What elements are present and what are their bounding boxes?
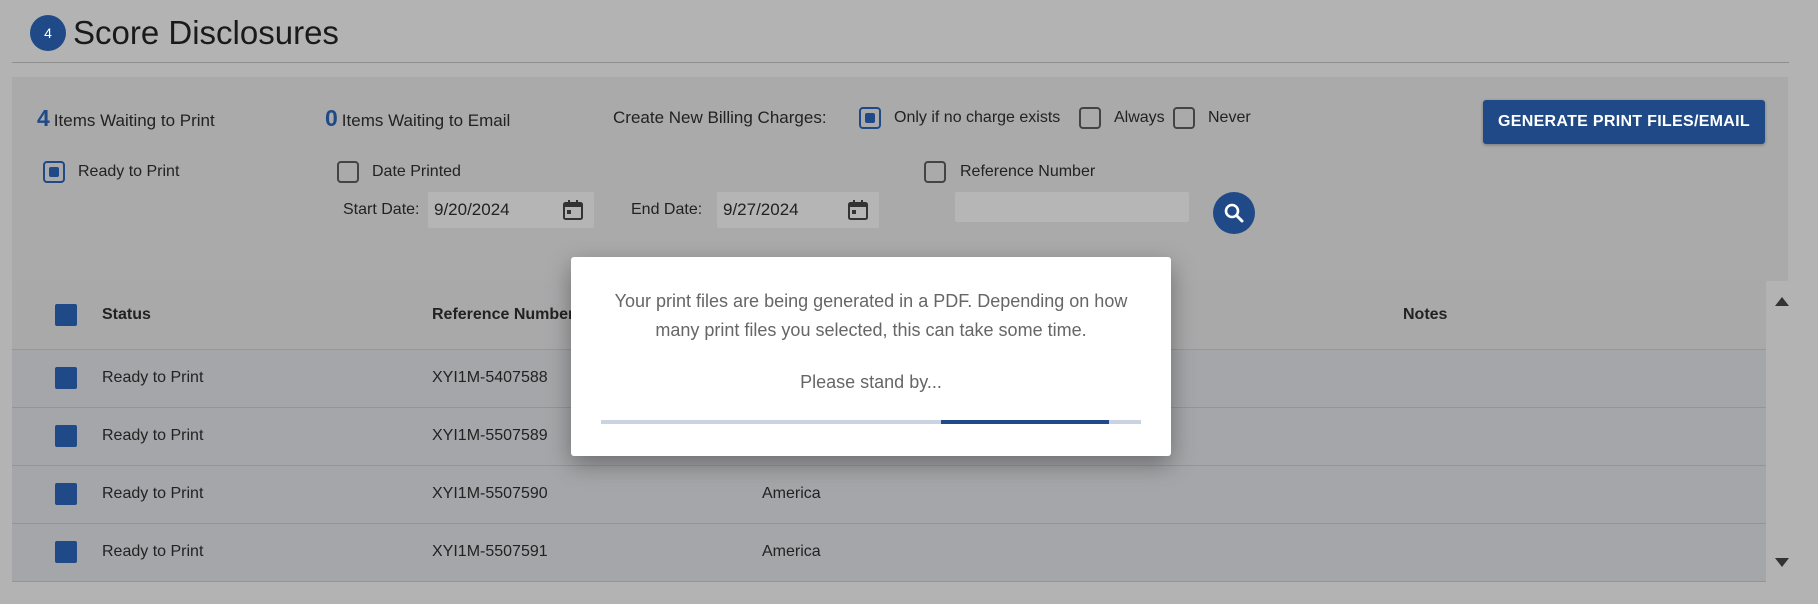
row-reference: XYI1M-5507591 xyxy=(432,543,548,560)
step-badge: 4 xyxy=(30,15,66,51)
row-reference: XYI1M-5407588 xyxy=(432,369,548,386)
page-title: Score Disclosures xyxy=(73,14,339,51)
progress-bar xyxy=(601,420,1141,424)
row-status: Ready to Print xyxy=(102,427,204,444)
generating-dialog: Your print files are being generated in … xyxy=(571,257,1171,456)
row-checkbox[interactable] xyxy=(55,483,77,505)
billing-only-if-no-charge-checkbox[interactable] xyxy=(859,107,881,129)
column-header-status: Status xyxy=(102,306,151,323)
scroll-down-arrow[interactable] xyxy=(1775,558,1789,567)
ready-to-print-label: Ready to Print xyxy=(78,163,180,180)
print-count: 4 Items Waiting to Print xyxy=(37,105,215,132)
search-icon xyxy=(1224,203,1244,223)
row-reference: XYI1M-5507590 xyxy=(432,485,548,502)
dialog-wait-text: Please stand by... xyxy=(800,372,942,392)
table-row[interactable]: Ready to Print XYI1M-5507590 America xyxy=(12,466,1766,524)
end-date-field[interactable]: 9/27/2024 xyxy=(717,192,879,228)
row-reference: XYI1M-5507589 xyxy=(432,427,548,444)
page-header: 4 Score Disclosures xyxy=(30,10,339,56)
row-checkbox[interactable] xyxy=(55,425,77,447)
column-header-reference: Reference Number xyxy=(432,306,575,323)
end-date-label: End Date: xyxy=(631,201,703,218)
row-status: Ready to Print xyxy=(102,369,204,386)
generate-print-files-button[interactable]: GENERATE PRINT FILES/EMAIL xyxy=(1483,100,1765,144)
billing-never-checkbox[interactable] xyxy=(1173,107,1195,129)
billing-always-checkbox[interactable] xyxy=(1079,107,1101,129)
email-count-label: Items Waiting to Email xyxy=(341,111,511,130)
search-button[interactable] xyxy=(1213,192,1255,234)
reference-number-input[interactable] xyxy=(955,192,1189,222)
date-printed-checkbox[interactable] xyxy=(337,161,359,183)
calendar-icon[interactable] xyxy=(562,199,584,221)
row-checkbox[interactable] xyxy=(55,541,77,563)
row-status: Ready to Print xyxy=(102,543,204,560)
ready-to-print-checkbox[interactable] xyxy=(43,161,65,183)
billing-option-label: Always xyxy=(1114,109,1165,126)
row-checkbox[interactable] xyxy=(55,367,77,389)
select-all-checkbox[interactable] xyxy=(55,304,77,326)
reference-number-label: Reference Number xyxy=(960,163,1096,180)
billing-option-label: Only if no charge exists xyxy=(894,109,1061,126)
start-date-field[interactable]: 9/20/2024 xyxy=(428,192,594,228)
row-country: America xyxy=(762,543,821,560)
print-count-number: 4 xyxy=(37,105,50,131)
row-status: Ready to Print xyxy=(102,485,204,502)
end-date-value: 9/27/2024 xyxy=(723,200,799,219)
start-date-label: Start Date: xyxy=(343,201,420,218)
calendar-icon[interactable] xyxy=(847,199,869,221)
start-date-value: 9/20/2024 xyxy=(434,200,510,219)
table-row[interactable]: Ready to Print XYI1M-5507591 America xyxy=(12,524,1766,582)
email-count-number: 0 xyxy=(325,105,338,131)
reference-number-checkbox[interactable] xyxy=(924,161,946,183)
column-header-notes: Notes xyxy=(1403,306,1448,323)
billing-label: Create New Billing Charges: xyxy=(613,108,827,127)
billing-option-label: Never xyxy=(1208,109,1251,126)
progress-bar-fill xyxy=(941,420,1109,424)
email-count: 0 Items Waiting to Email xyxy=(325,105,510,132)
date-printed-label: Date Printed xyxy=(372,163,461,180)
scroll-up-arrow[interactable] xyxy=(1775,297,1789,306)
dialog-message: Your print files are being generated in … xyxy=(614,291,1128,340)
title-divider xyxy=(12,62,1789,63)
row-country: America xyxy=(762,485,821,502)
print-count-label: Items Waiting to Print xyxy=(53,111,215,130)
